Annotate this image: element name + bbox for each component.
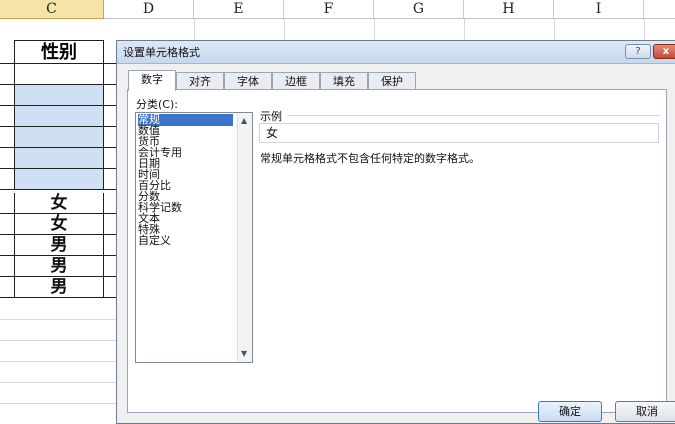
data-cell[interactable] [14,64,104,85]
cell-b[interactable] [0,235,14,256]
header-cell-gender[interactable]: 性别 [14,40,104,64]
data-cell[interactable]: 男 [14,277,104,298]
data-cell[interactable] [14,106,104,127]
cell-b[interactable] [0,64,14,85]
data-cell[interactable] [14,169,104,190]
scroll-up-icon[interactable]: ▲ [241,116,247,125]
tab-border[interactable]: 边框 [272,72,320,90]
tab-fill[interactable]: 填充 [320,72,368,90]
tab-font[interactable]: 字体 [224,72,272,90]
sample-label: 示例 [260,110,282,123]
category-label: 分类(C): [136,98,178,111]
dialog-title: 设置单元格格式 [123,46,200,59]
data-cell[interactable]: 男 [14,235,104,256]
category-item-custom[interactable]: 自定义 [138,235,233,247]
sample-divider [287,115,660,116]
cell-b[interactable] [0,106,14,127]
data-cell[interactable] [14,127,104,148]
data-cell[interactable]: 女 [14,214,104,235]
data-cell[interactable] [14,85,104,106]
tab-protection[interactable]: 保护 [368,72,416,90]
category-listbox[interactable]: 常规 数值 货币 会计专用 日期 时间 百分比 分数 科学记数 文本 特殊 自定… [135,112,253,363]
cell-b[interactable] [0,169,14,190]
column-header-h[interactable]: H [464,0,554,19]
ok-button[interactable]: 确定 [538,401,602,422]
tab-alignment[interactable]: 对齐 [176,72,224,90]
data-cell[interactable]: 女 [14,193,104,214]
cell-b[interactable] [0,214,14,235]
category-scrollbar[interactable]: ▲ ▼ [237,113,252,362]
number-tab-panel: 分类(C): 常规 数值 货币 会计专用 日期 时间 百分比 分数 科学记数 文… [127,89,667,413]
tab-number[interactable]: 数字 [128,70,176,91]
cell-b[interactable] [0,40,14,64]
format-cells-dialog: 设置单元格格式 ? x 数字 对齐 字体 边框 填充 保护 分类(C): 常规 … [116,40,675,424]
scroll-down-icon[interactable]: ▼ [241,349,247,358]
column-header-g[interactable]: G [374,0,464,19]
close-button[interactable]: x [653,44,675,59]
cell-b[interactable] [0,127,14,148]
column-header-c[interactable]: C [0,0,104,19]
data-cell[interactable]: 男 [14,256,104,277]
cell-b[interactable] [0,256,14,277]
cancel-button[interactable]: 取消 [615,401,675,422]
help-button[interactable]: ? [625,44,651,59]
column-header-blank[interactable] [644,0,675,19]
column-header-i[interactable]: I [554,0,644,19]
column-header-e[interactable]: E [194,0,284,19]
cell-b[interactable] [0,193,14,214]
cell-b[interactable] [0,148,14,169]
cell-b[interactable] [0,277,14,298]
sample-preview: 女 [259,123,659,143]
column-header-d[interactable]: D [104,0,194,19]
data-cell[interactable] [14,148,104,169]
cell-b[interactable] [0,85,14,106]
dialog-titlebar[interactable]: 设置单元格格式 ? x [117,41,675,64]
format-description: 常规单元格格式不包含任何特定的数字格式。 [260,152,480,165]
column-header-f[interactable]: F [284,0,374,19]
